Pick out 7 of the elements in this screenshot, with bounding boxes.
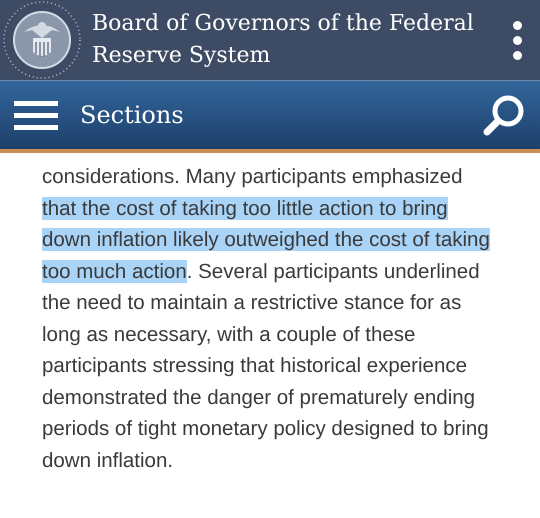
site-title: Board of Governors of the Federal Reserve System — [92, 10, 475, 70]
search-button[interactable] — [482, 93, 526, 137]
sections-menu-button[interactable]: Sections — [14, 99, 482, 131]
seal-icon — [2, 0, 82, 80]
article-paragraph: considerations. Many participants emphasized that the cost of taking too little action to bring down inflation likely outweighed the cost of taking too much action. Several participants underlined the need to maintain a restrictive stance for as long as necessary, with a couple of these participants stressing that historical experience demonstrated the danger of prematurely ending periods of tight monetary policy designed to bring down inflation. — [41, 164, 491, 474]
menu-icon — [14, 99, 58, 131]
search-icon — [482, 93, 526, 137]
